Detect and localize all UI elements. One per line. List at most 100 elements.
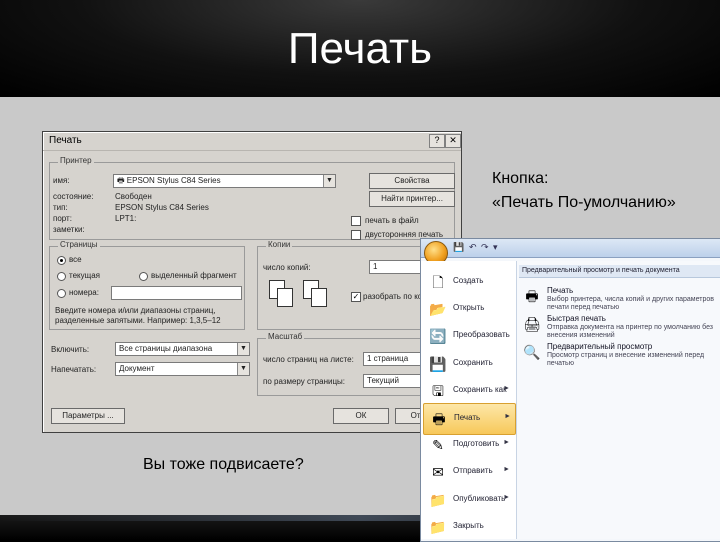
print-to-file-label: печать в файл (365, 216, 419, 225)
slide-header: Печать (0, 0, 720, 97)
pages-all-radio[interactable] (57, 256, 66, 265)
printer-type-value: EPSON Stylus C84 Series (115, 203, 209, 212)
copies-group-label: Копии (266, 240, 293, 249)
pages-current-label: текущая (69, 271, 100, 280)
print-submenu-item-title: Печать (547, 286, 574, 295)
office-menu-item[interactable]: 🖫 Сохранить как ► (423, 376, 514, 406)
office-menu-item-label: Преобразовать (453, 330, 510, 340)
print-submenu: Предварительный просмотр и печать докуме… (517, 261, 720, 539)
copies-count-label: число копий: (263, 263, 311, 272)
pages-range-radio[interactable] (57, 289, 66, 298)
slide-title: Печать (287, 24, 433, 73)
office-menu-item-label: Печать (454, 413, 481, 422)
options-button[interactable]: Параметры ... (51, 408, 125, 424)
pages-range-input[interactable] (111, 286, 242, 300)
office-menu-item-label: Опубликовать (453, 493, 506, 503)
new-doc-icon: 🗋 (432, 274, 444, 290)
print-select[interactable]: Документ ▼ (115, 362, 250, 376)
quick-print-icon: 🖨 (523, 316, 541, 332)
office-menu: 💾 ↶ ↷ ▾ 🗋 Создать 📂 Открыть 🔄 Преобразовать 💾 С… (420, 238, 720, 542)
print-submenu-item-title: Предварительный просмотр (547, 342, 653, 351)
printer-icon: 🖶 (525, 288, 539, 304)
office-menu-item-label: Отправить (453, 466, 493, 476)
pages-range-label: номера: (69, 288, 99, 297)
print-what-value: Все страницы диапазона (119, 344, 213, 353)
office-menu-item[interactable]: 💾 Сохранить (423, 349, 514, 379)
office-menu-item[interactable]: 📁 Закрыть (423, 512, 514, 542)
fit-to-page-value: Текущий (367, 376, 399, 385)
print-label: Напечатать: (51, 365, 97, 374)
pages-current-radio[interactable] (57, 272, 66, 281)
redo-icon[interactable]: ↷ (481, 242, 489, 253)
collate-page-icon (311, 288, 327, 307)
print-value: Документ (119, 364, 155, 373)
help-button[interactable]: ? (429, 134, 445, 148)
chevron-down-icon: ▼ (237, 363, 249, 375)
print-submenu-item-description: Выбор принтера, числа копий и других пар… (547, 296, 714, 311)
office-menu-item-label: Создать (453, 276, 484, 285)
printer-icon: 🖶 (117, 176, 127, 185)
chevron-right-icon: ► (503, 493, 510, 501)
chevron-right-icon: ► (504, 413, 511, 420)
copies-count-input[interactable]: 1 (369, 260, 422, 274)
caption-button-line1: Кнопка: (492, 170, 549, 187)
properties-button[interactable]: Свойства (369, 173, 455, 189)
close-folder-icon: 📁 (429, 518, 447, 535)
office-menu-item[interactable]: 📂 Открыть (423, 294, 514, 324)
print-what-select[interactable]: Все страницы диапазона ▼ (115, 342, 250, 356)
save-as-icon: 🖫 (432, 382, 444, 399)
chevron-down-icon: ▼ (323, 175, 335, 187)
office-menu-item[interactable]: 🔄 Преобразовать (423, 321, 514, 351)
save-icon: 💾 (429, 355, 447, 372)
office-menu-item[interactable]: 📁 Опубликовать ► (423, 485, 514, 515)
printer-name-label: имя: (53, 176, 70, 185)
printer-status-value: Свободен (115, 192, 152, 201)
ok-button[interactable]: ОК (333, 408, 389, 424)
office-menu-item-label: Сохранить (453, 357, 493, 367)
dialog-title: Печать (43, 132, 461, 151)
print-submenu-item-description: Отправка документа на принтер по умолчан… (547, 324, 714, 339)
print-submenu-item-description: Просмотр страниц и внесение изменений пе… (547, 352, 705, 367)
duplex-checkbox[interactable] (351, 230, 361, 240)
collate-checkbox[interactable]: ✓ (351, 292, 361, 302)
fit-to-page-label: по размеру страницы: (263, 377, 346, 386)
send-icon: ✉ (432, 464, 444, 481)
print-icon: 🖶 (432, 411, 446, 427)
office-menu-item[interactable]: ✎ Подготовить ► (423, 430, 514, 460)
caption-hang: Вы тоже подвисаете? (143, 456, 304, 473)
pages-all-label: все (69, 255, 82, 264)
undo-icon[interactable]: ↶ (469, 242, 477, 253)
pages-hint-line2: разделенные запятыми. Например: 1,3,5–12 (55, 316, 221, 325)
office-menu-item[interactable]: 🗋 Создать (423, 267, 514, 297)
print-what-label: Включить: (51, 345, 90, 354)
office-menu-commands: 🗋 Создать 📂 Открыть 🔄 Преобразовать 💾 Сохранить… (421, 261, 517, 539)
save-icon[interactable]: 💾 (453, 242, 464, 253)
printer-type-label: тип: (53, 203, 68, 212)
print-submenu-item[interactable]: 🔍 Предварительный просмотр Просмотр страни… (519, 339, 719, 373)
chevron-right-icon: ► (503, 466, 510, 474)
print-dialog: Печать ? ✕ Принтер имя: 🖶 EPSON Stylus C… (42, 131, 462, 433)
open-folder-icon: 📂 (429, 301, 447, 318)
print-submenu-item-title: Быстрая печать (547, 314, 606, 323)
chevron-right-icon: ► (503, 439, 510, 447)
printer-group-label: Принтер (58, 156, 94, 165)
preview-icon: 🔍 (523, 344, 541, 360)
convert-icon: 🔄 (429, 328, 447, 345)
quick-access-toolbar: 💾 ↶ ↷ ▾ (421, 239, 720, 258)
pages-per-sheet-label: число страниц на листе: (263, 355, 354, 364)
office-menu-item-label: Сохранить как (453, 384, 507, 394)
prepare-icon: ✎ (432, 437, 444, 454)
printer-port-label: порт: (53, 214, 72, 223)
printer-name-select[interactable]: 🖶 EPSON Stylus C84 Series ▼ (113, 174, 336, 188)
pages-selection-radio[interactable] (139, 272, 148, 281)
collate-page-icon (277, 288, 293, 307)
customize-toolbar-icon[interactable]: ▾ (493, 242, 498, 253)
print-to-file-checkbox[interactable] (351, 216, 361, 226)
scale-group-label: Масштаб (266, 332, 305, 341)
office-menu-item[interactable]: ✉ Отправить ► (423, 457, 514, 487)
find-printer-button[interactable]: Найти принтер... (369, 191, 455, 207)
caption-button-line2: «Печать По-умолчанию» (492, 194, 676, 211)
printer-name-value: EPSON Stylus C84 Series (126, 176, 221, 185)
close-button[interactable]: ✕ (445, 134, 461, 148)
chevron-right-icon: ► (503, 384, 510, 392)
